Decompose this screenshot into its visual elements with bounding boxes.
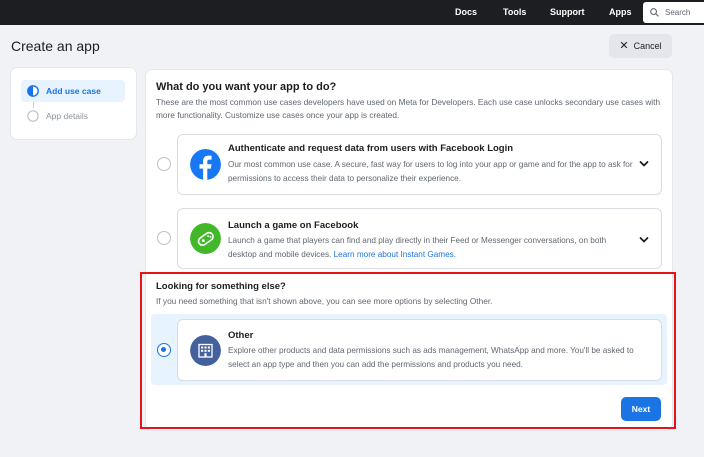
option-description: Launch a game that players can find and … <box>228 234 636 262</box>
radio-facebook-login[interactable] <box>157 157 171 171</box>
cancel-label: Cancel <box>633 41 662 51</box>
option-title: Launch a game on Facebook <box>228 220 359 231</box>
nav-link-apps[interactable]: Apps <box>609 0 632 25</box>
option-title: Authenticate and request data from users… <box>228 143 514 154</box>
close-icon: ✕ <box>619 39 629 52</box>
option-description: Our most common use case. A secure, fast… <box>228 160 633 183</box>
step-add-use-case[interactable]: Add use case <box>21 80 125 102</box>
circle-icon <box>27 110 39 122</box>
search-icon <box>650 8 659 17</box>
option-card-launch-game[interactable]: Launch a game on Facebook Launch a game … <box>177 208 662 269</box>
option-card-facebook-login[interactable]: Authenticate and request data from users… <box>177 134 662 195</box>
half-circle-icon <box>27 85 39 97</box>
step-label: App details <box>46 111 89 121</box>
nav-link-tools[interactable]: Tools <box>503 0 526 25</box>
cancel-button[interactable]: ✕ Cancel <box>609 34 672 58</box>
search-placeholder: Search <box>665 8 691 17</box>
chevron-down-icon[interactable] <box>639 235 649 245</box>
learn-more-link[interactable]: Learn more about Instant Games. <box>334 250 456 259</box>
nav-link-docs[interactable]: Docs <box>455 0 477 25</box>
question-description: These are the most common use cases deve… <box>156 97 661 120</box>
top-nav: Docs Tools Support Apps Search <box>0 0 704 25</box>
page-title: Create an app <box>11 38 100 54</box>
question-title: What do you want your app to do? <box>156 81 337 93</box>
step-app-details[interactable]: App details <box>21 105 125 127</box>
highlight-box <box>140 272 676 429</box>
radio-launch-game[interactable] <box>157 231 171 245</box>
steps-sidebar <box>11 68 136 139</box>
step-label: Add use case <box>46 86 101 96</box>
nav-link-support[interactable]: Support <box>550 0 585 25</box>
search-input[interactable]: Search <box>643 2 704 23</box>
chevron-down-icon[interactable] <box>639 159 649 169</box>
gamepad-icon <box>190 223 221 254</box>
facebook-icon <box>190 149 221 180</box>
